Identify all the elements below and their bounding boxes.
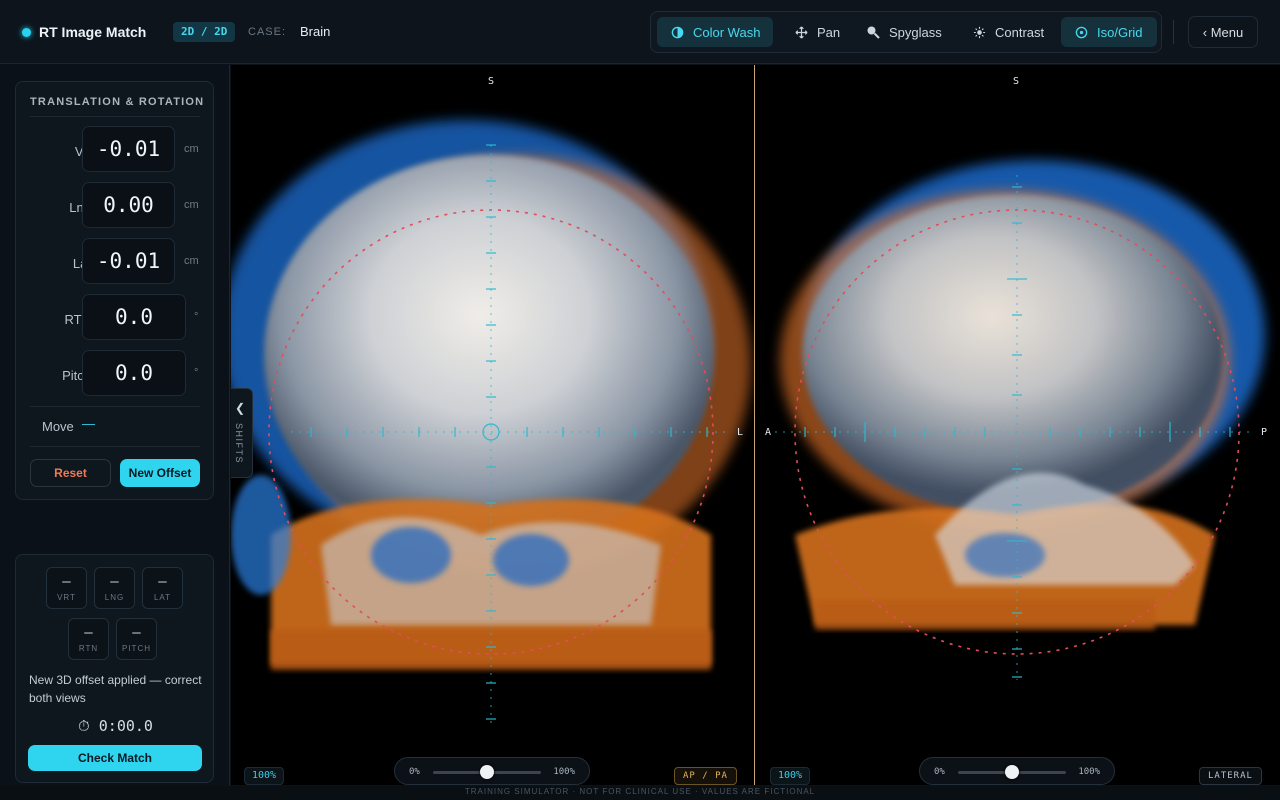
orientation-superior: S (488, 76, 495, 87)
orientation-left: L (737, 427, 744, 438)
tool-label: Color Wash (693, 24, 761, 40)
chip-value: — (62, 574, 71, 590)
view-badge: AP / PA (674, 767, 737, 785)
delta-chip-vrt: — VRT (46, 567, 87, 609)
shift-unit: cm (184, 143, 199, 155)
lateral-image (775, 160, 1265, 680)
orientation-posterior: P (1261, 427, 1268, 438)
blend-thumb[interactable] (1005, 765, 1019, 779)
view-badge: LATERAL (1199, 767, 1262, 785)
delta-chip-lng: — LNG (94, 567, 135, 609)
tool-spyglass[interactable]: Spyglass (853, 17, 949, 47)
footer-disclaimer: TRAINING SIMULATOR · NOT FOR CLINICAL US… (0, 786, 1280, 800)
chip-label: LAT (153, 593, 172, 602)
tool-label: Contrast (995, 24, 1045, 40)
chip-value: — (84, 625, 93, 641)
divider (30, 406, 200, 407)
menu-button[interactable]: ‹ Menu (1188, 16, 1258, 48)
blend-slider[interactable]: 0% 100% (394, 757, 590, 785)
shift-unit: ° (194, 311, 199, 323)
tool-group: Color Wash Pan Spyglass Contrast Iso/Gri… (650, 11, 1162, 53)
blend-slider[interactable]: 0% 100% (919, 757, 1115, 785)
tool-pan[interactable]: Pan (781, 17, 847, 47)
tool-label: Spyglass (889, 24, 942, 40)
chip-label: PITCH (122, 644, 151, 653)
shift-row-lng: Lng 0.00 cm (16, 182, 215, 230)
pitch-value-field[interactable]: 0.0 (82, 350, 186, 396)
chip-value: — (110, 574, 119, 590)
shift-unit: cm (184, 255, 199, 267)
shift-unit: ° (194, 367, 199, 379)
lat-value-field[interactable]: -0.01 (82, 238, 175, 284)
tool-iso-grid[interactable]: Iso/Grid (1061, 17, 1157, 47)
check-match-button[interactable]: Check Match (28, 745, 202, 771)
top-bar: RT Image Match 2D / 2D CASE: Brain Color… (0, 0, 1280, 64)
divider (1173, 20, 1174, 44)
lateral-viewer[interactable]: S A P 100% 0% 100% LATERAL (755, 65, 1280, 785)
blend-min-label: 0% (934, 767, 945, 777)
ap-image (231, 120, 751, 725)
zoom-badge[interactable]: 100% (244, 767, 285, 785)
blend-min-label: 0% (409, 767, 420, 777)
move-icon (793, 24, 809, 40)
delta-chip-rtn: — RTN (68, 618, 109, 660)
blend-max-label: 100% (553, 767, 575, 777)
reset-button[interactable]: Reset (30, 459, 111, 487)
shift-row-pitch: Pitch 0.0 ° (16, 350, 215, 398)
chevron-left-icon: ❮ (235, 401, 246, 415)
lng-value-field[interactable]: 0.00 (82, 182, 175, 228)
new-offset-button[interactable]: New Offset (120, 459, 200, 487)
delta-chip-pitch: — PITCH (116, 618, 157, 660)
tool-contrast[interactable]: Contrast (959, 17, 1055, 47)
match-check-card: — VRT — LNG — LAT — RTN — PITCH New 3D o… (15, 554, 214, 783)
orientation-anterior: A (765, 427, 772, 438)
chip-label: RTN (78, 644, 99, 653)
left-panel: TRANSLATION & ROTATION Vrt -0.01 cm Lng … (0, 65, 230, 800)
blend-max-label: 100% (1078, 767, 1100, 777)
magnifier-icon (865, 24, 881, 40)
move-label: Move (42, 419, 74, 434)
case-label: CASE: (248, 26, 287, 38)
case-value: Brain (300, 24, 331, 39)
blend-thumb[interactable] (480, 765, 494, 779)
sun-icon (971, 24, 987, 40)
shifts-card: TRANSLATION & ROTATION Vrt -0.01 cm Lng … (15, 81, 214, 500)
zoom-badge[interactable]: 100% (770, 767, 811, 785)
chip-label: LNG (104, 593, 125, 602)
orientation-superior: S (1013, 76, 1020, 87)
vrt-value-field[interactable]: -0.01 (82, 126, 175, 172)
elapsed-timer: ⏱ 0:00.0 (78, 717, 153, 735)
shifts-collapse-tab[interactable]: ❮ SHIFTS (231, 388, 253, 478)
tool-label: Iso/Grid (1097, 24, 1143, 40)
divider (30, 446, 200, 447)
shifts-title: TRANSLATION & ROTATION (30, 96, 205, 108)
shift-row-rtn: RTN 0.0 ° (16, 294, 215, 342)
status-dot-icon (22, 28, 31, 37)
chip-label: VRT (57, 593, 76, 602)
tool-color-wash[interactable]: Color Wash (657, 17, 773, 47)
half-circle-icon (669, 24, 685, 40)
status-message: New 3D offset applied — correct both vie… (29, 673, 202, 705)
ap-viewer[interactable]: S L 100% 0% 100% AP / PA (231, 65, 754, 785)
crosshair-icon (1073, 24, 1089, 40)
shift-row-vrt: Vrt -0.01 cm (16, 126, 215, 174)
shift-unit: cm (184, 199, 199, 211)
app-title: RT Image Match (39, 24, 147, 40)
rtn-value-field[interactable]: 0.0 (82, 294, 186, 340)
divider (30, 116, 200, 117)
chip-value: — (132, 625, 141, 641)
delta-chip-lat: — LAT (142, 567, 183, 609)
shift-row-lat: Lat -0.01 cm (16, 238, 215, 286)
tool-label: Pan (817, 24, 841, 40)
mode-badge[interactable]: 2D / 2D (173, 22, 236, 42)
shifts-tab-label: SHIFTS (234, 423, 244, 465)
chip-value: — (158, 574, 167, 590)
move-value: — (82, 416, 95, 431)
